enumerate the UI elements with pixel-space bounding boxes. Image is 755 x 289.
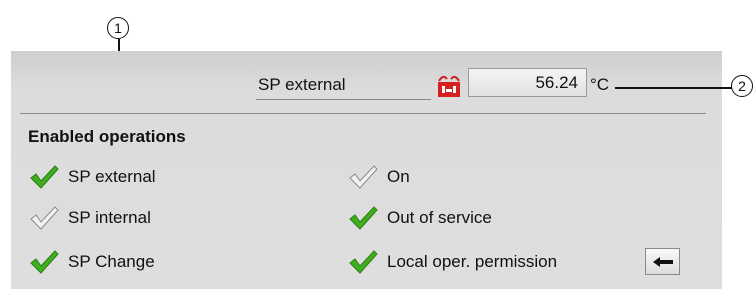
check-disabled-icon [349,165,378,189]
operation-label: Local oper. permission [387,252,558,271]
navigate-back-button[interactable] [645,248,680,275]
callout-number-2: 2 [738,78,746,94]
check-disabled-icon [30,206,59,230]
operation-label: On [387,167,410,186]
check-enabled-icon [30,250,59,274]
operation-sp-external: SP external [28,164,156,190]
operation-on: On [347,164,410,190]
operation-local-oper-permission: Local oper. permission [347,249,557,275]
callout-marker-2: 2 [731,75,753,97]
operation-sp-internal: SP internal [28,205,151,231]
external-setpoint-icon [438,75,460,97]
callout-marker-1: 1 [107,17,129,39]
setpoint-unit: °C [590,75,610,94]
callout-number-1: 1 [114,20,122,36]
operation-label: Out of service [387,208,492,227]
arrow-left-icon [652,256,673,267]
callout-leader-2 [615,87,740,89]
setpoint-value-field[interactable]: 56.24 [468,68,587,97]
operation-label: SP internal [68,208,151,227]
setpoint-value: 56.24 [535,73,578,92]
check-enabled-icon [349,250,378,274]
section-divider [20,113,706,114]
operation-sp-change: SP Change [28,249,155,275]
operation-out-of-service: Out of service [347,205,492,231]
check-enabled-icon [349,206,378,230]
check-enabled-icon [30,165,59,189]
setpoint-underline [256,99,431,100]
enabled-operations-title: Enabled operations [28,127,186,146]
operation-label: SP external [68,167,156,186]
operation-label: SP Change [68,252,155,271]
setpoint-label: SP external [258,75,346,94]
